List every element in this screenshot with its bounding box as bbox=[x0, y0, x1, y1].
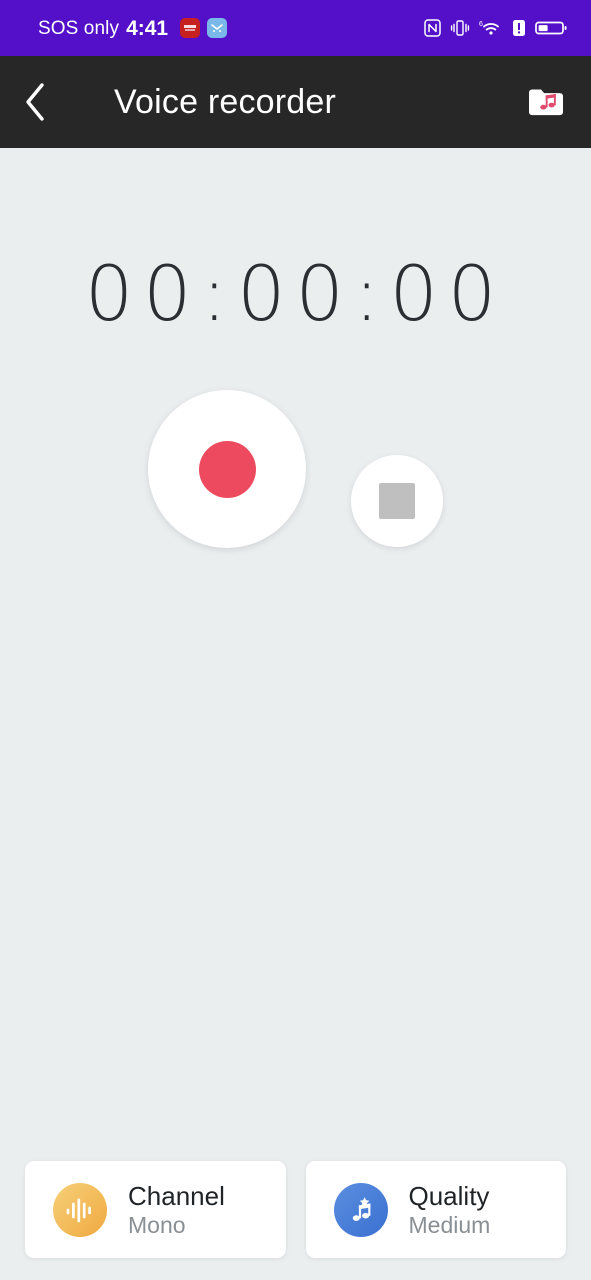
carrier-label: SOS only bbox=[38, 17, 120, 39]
wifi-6-icon: 6 bbox=[479, 19, 503, 37]
back-button[interactable] bbox=[0, 56, 72, 148]
recording-timer: 00:00:00 bbox=[84, 249, 507, 338]
channel-card-title: Channel bbox=[128, 1180, 225, 1211]
quality-setting-card[interactable]: Quality Medium bbox=[305, 1161, 566, 1258]
status-bar-right: 6 bbox=[424, 19, 567, 37]
music-folder-icon bbox=[529, 89, 563, 116]
chevron-left-icon bbox=[26, 83, 44, 121]
waveform-icon bbox=[53, 1182, 107, 1237]
channel-card-text: Channel Mono bbox=[128, 1180, 225, 1238]
channel-card-value: Mono bbox=[128, 1211, 186, 1238]
battery-icon bbox=[535, 19, 567, 37]
settings-cards: Channel Mono Quality Medium bbox=[0, 1161, 591, 1258]
page-title: Voice recorder bbox=[114, 82, 337, 121]
quality-card-value: Medium bbox=[408, 1211, 491, 1238]
record-button[interactable] bbox=[148, 390, 306, 548]
stop-button[interactable] bbox=[351, 455, 443, 547]
record-dot-icon bbox=[198, 440, 256, 498]
svg-text:6: 6 bbox=[479, 21, 483, 28]
clock-label: 4:41 bbox=[126, 16, 169, 40]
messaging-app-icon bbox=[207, 18, 228, 38]
nfc-icon bbox=[424, 19, 441, 37]
quality-card-text: Quality Medium bbox=[408, 1180, 491, 1238]
channel-setting-card[interactable]: Channel Mono bbox=[25, 1161, 286, 1258]
quality-card-title: Quality bbox=[408, 1180, 490, 1211]
recorder-screen: 00:00:00 Channel Mono Quality Medium bbox=[0, 148, 591, 1280]
music-star-icon bbox=[333, 1182, 388, 1237]
alert-icon bbox=[512, 19, 526, 37]
transport-controls bbox=[0, 390, 591, 590]
app-bar: Voice recorder bbox=[0, 56, 591, 148]
status-bar: SOS only 4:41 6 bbox=[0, 0, 591, 56]
status-bar-app-icons bbox=[180, 18, 228, 38]
stop-square-icon bbox=[379, 483, 415, 519]
status-bar-left: SOS only 4:41 bbox=[38, 16, 228, 40]
notification-app-icon bbox=[180, 18, 201, 38]
recordings-folder-button[interactable] bbox=[523, 79, 569, 125]
vibrate-icon bbox=[450, 19, 470, 37]
